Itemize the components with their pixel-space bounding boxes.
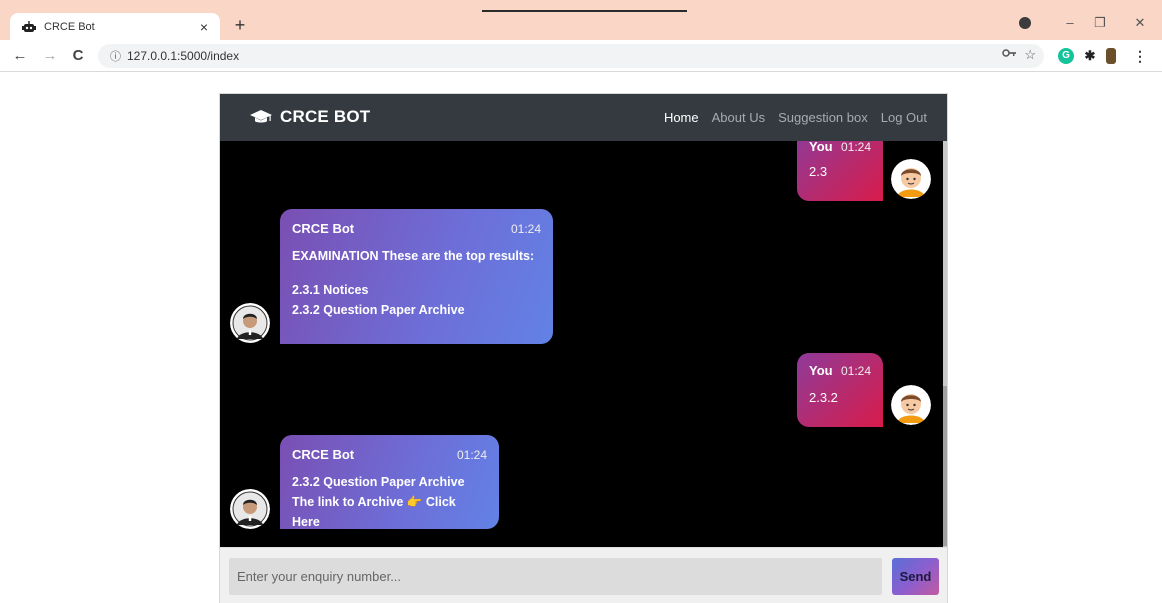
sender-name: CRCE Bot [292, 221, 355, 236]
minimize-button[interactable]: – [1058, 13, 1082, 33]
message-time: 01:24 [840, 363, 871, 378]
nav-link-log-out[interactable]: Log Out [881, 110, 927, 125]
message-text: 2.3.2 [809, 390, 838, 405]
nav-link-home[interactable]: Home [664, 110, 699, 125]
enquiry-input[interactable] [229, 558, 882, 595]
brand[interactable]: CRCE BOT [250, 107, 370, 127]
message-line[interactable]: 2.3.2 Question Paper Archive [292, 300, 541, 320]
nav-link-suggestion-box[interactable]: Suggestion box [778, 110, 868, 125]
profile-icon[interactable] [1019, 17, 1031, 29]
tab-title: CRCE Bot [44, 20, 95, 33]
user-avatar [891, 385, 931, 425]
tab-strip-indicator [482, 10, 687, 12]
address-bar[interactable]: ⓘ 127.0.0.1:5000/index ☆ [98, 44, 1044, 68]
extension-battery-icon[interactable] [1106, 48, 1116, 64]
app-navbar: CRCE BOT Home About Us Suggestion box Lo… [220, 94, 947, 141]
message-text: 2.3 [809, 164, 828, 179]
message-header: CRCE Bot 01:24 [292, 221, 541, 236]
message-line [292, 266, 541, 280]
scrollbar-thumb[interactable] [943, 386, 947, 546]
forward-arrow-icon[interactable]: → [40, 46, 60, 66]
message-input-bar: Send [220, 547, 947, 603]
send-button[interactable]: Send [892, 558, 939, 595]
key-icon[interactable] [1002, 48, 1016, 61]
message-time: 01:24 [510, 221, 541, 236]
nav-link-about-us[interactable]: About Us [712, 110, 765, 125]
grammarly-extension-icon[interactable]: G [1058, 48, 1074, 64]
new-tab-button[interactable]: + [230, 15, 250, 35]
sender-name: CRCE Bot [292, 447, 355, 462]
url-text: 127.0.0.1:5000/index [127, 49, 240, 63]
bot-message: CRCE Bot 01:24 2.3.2 Question Paper Arch… [280, 435, 499, 529]
browser-toolbar: ← → C ⓘ 127.0.0.1:5000/index ☆ G ✱ ⋮ [0, 40, 1162, 72]
message-header: You 01:24 [809, 363, 871, 378]
user-message: You 01:24 2.3 [797, 141, 883, 201]
message-header: CRCE Bot 01:24 [292, 447, 487, 462]
sender-name: You [809, 141, 833, 154]
bookmark-star-icon[interactable]: ☆ [1024, 47, 1036, 63]
user-message: You 01:24 2.3.2 [797, 353, 883, 427]
message-line: 2.3.2 Question Paper Archive [292, 475, 465, 489]
bot-avatar [230, 303, 270, 343]
archive-link[interactable]: The link to Archive 👉 Click Here [292, 492, 487, 532]
back-arrow-icon[interactable]: ← [10, 46, 30, 66]
message-time: 01:24 [840, 141, 871, 154]
chat-scrollbar[interactable] [943, 141, 947, 547]
graduation-cap-icon [250, 108, 272, 126]
reload-icon[interactable]: C [68, 46, 88, 66]
browser-tab[interactable]: CRCE Bot × [10, 13, 220, 40]
browser-menu-icon[interactable]: ⋮ [1132, 48, 1148, 64]
restore-button[interactable]: ❐ [1088, 13, 1112, 33]
close-window-button[interactable]: ✕ [1128, 13, 1152, 33]
browser-tab-bar: CRCE Bot × + – ❐ ✕ [0, 0, 1162, 40]
message-header: You 01:24 [809, 141, 871, 154]
bot-avatar [230, 489, 270, 529]
user-avatar [891, 159, 931, 199]
nav-links: Home About Us Suggestion box Log Out [651, 110, 927, 125]
extensions-puzzle-icon[interactable]: ✱ [1082, 48, 1098, 64]
message-line[interactable]: 2.3.1 Notices [292, 280, 541, 300]
message-time: 01:24 [456, 447, 487, 462]
brand-name: CRCE BOT [280, 107, 371, 126]
robot-favicon-icon [22, 20, 36, 34]
site-info-icon[interactable]: ⓘ [110, 48, 121, 64]
message-line: EXAMINATION These are the top results: [292, 249, 535, 263]
sender-name: You [809, 363, 833, 378]
tab-close-icon[interactable]: × [196, 19, 212, 35]
chat-app: CRCE BOT Home About Us Suggestion box Lo… [219, 93, 948, 603]
bot-message: CRCE Bot 01:24 EXAMINATION These are the… [280, 209, 553, 344]
chat-area[interactable]: You 01:24 2.3 CRCE Bot 01:24 EXAMINATION… [220, 141, 943, 547]
